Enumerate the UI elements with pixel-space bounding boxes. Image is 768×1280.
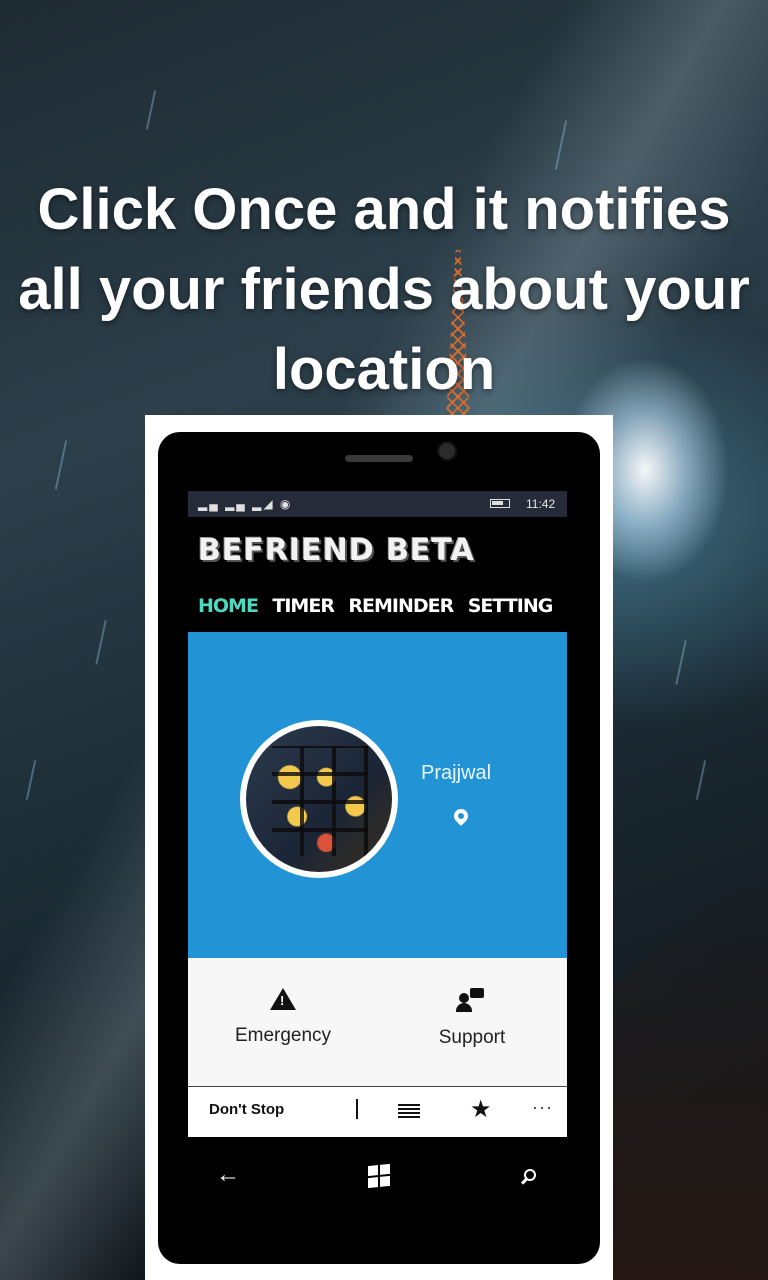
tab-timer[interactable]: TIMER bbox=[272, 595, 335, 617]
warning-icon bbox=[270, 988, 296, 1010]
avatar[interactable] bbox=[240, 720, 398, 878]
phone-nav-bar: ← bbox=[188, 1145, 567, 1205]
app-title: BEFRIEND BETA bbox=[198, 533, 475, 568]
windows-icon[interactable] bbox=[368, 1163, 390, 1189]
avatar-tile-grid bbox=[272, 746, 368, 856]
headline-line-2: all your friends about your bbox=[18, 257, 750, 322]
star-icon[interactable]: ★ bbox=[470, 1095, 492, 1124]
phone-screen: ▂▄ ▂▄ ▂◢ ◉ 11:42 BEFRIEND BETA HOME TIME… bbox=[188, 491, 567, 1137]
profile-name: Prajjwal bbox=[421, 762, 492, 784]
more-icon[interactable]: ··· bbox=[532, 1097, 553, 1118]
quick-actions: Emergency Support bbox=[188, 958, 567, 1086]
emergency-label: Emergency bbox=[234, 1025, 332, 1046]
signal-icons: ▂▄ ▂▄ ▂◢ ◉ bbox=[198, 497, 293, 511]
tab-home[interactable]: HOME bbox=[198, 595, 259, 617]
status-bar: ▂▄ ▂▄ ▂◢ ◉ 11:42 bbox=[188, 491, 567, 517]
avatar-image bbox=[246, 726, 392, 872]
profile-panel: Prajjwal bbox=[188, 632, 567, 958]
list-icon[interactable] bbox=[398, 1104, 420, 1118]
pivot-tabs: HOME TIMER REMINDER SETTING bbox=[188, 595, 567, 625]
appbar-separator bbox=[356, 1099, 358, 1119]
phone-speaker bbox=[345, 455, 413, 462]
support-label: Support bbox=[438, 1027, 506, 1048]
search-icon[interactable] bbox=[524, 1169, 536, 1181]
app-bar: Don't Stop ★ ··· bbox=[188, 1086, 567, 1137]
back-icon[interactable]: ← bbox=[216, 1161, 240, 1189]
headline: Click Once and it notifies all your frie… bbox=[0, 170, 768, 410]
status-time: 11:42 bbox=[526, 497, 556, 511]
dont-stop-button[interactable]: Don't Stop bbox=[209, 1101, 284, 1118]
phone-camera bbox=[437, 441, 457, 461]
headline-line-1: Click Once and it notifies bbox=[37, 177, 731, 242]
tab-setting[interactable]: SETTING bbox=[468, 595, 554, 617]
support-button[interactable]: Support bbox=[377, 988, 567, 1049]
tab-reminder[interactable]: REMINDER bbox=[348, 595, 454, 617]
person-chat-icon bbox=[456, 988, 485, 1012]
battery-icon bbox=[490, 499, 510, 508]
headline-line-3: location bbox=[272, 337, 496, 402]
map-pin-icon[interactable] bbox=[451, 806, 471, 826]
emergency-button[interactable]: Emergency bbox=[188, 988, 378, 1047]
